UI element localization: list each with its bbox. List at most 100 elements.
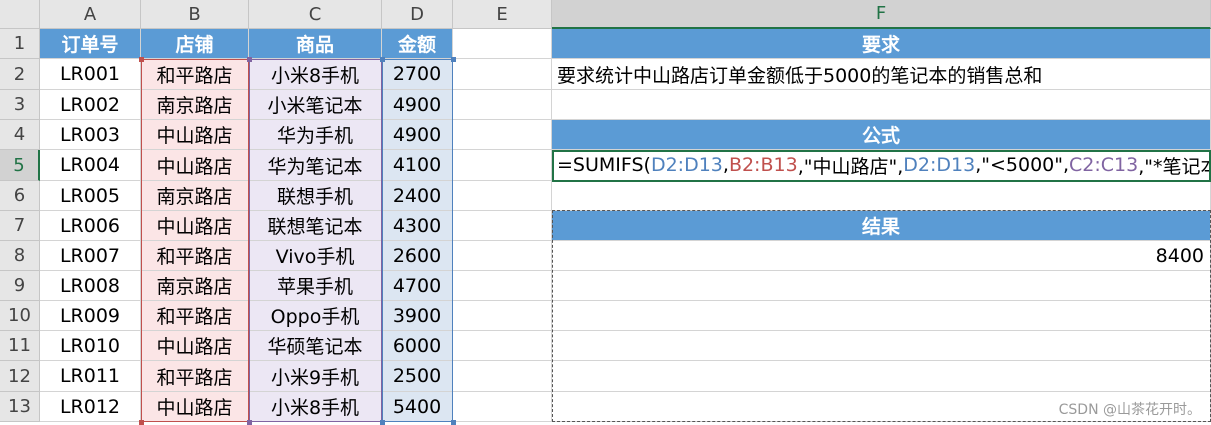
result-header[interactable]: 结果 — [552, 211, 1211, 241]
data-cell[interactable]: 小米8手机 — [249, 392, 382, 422]
data-cell[interactable]: 苹果手机 — [249, 271, 382, 301]
data-cell[interactable]: 2400 — [382, 181, 453, 211]
range-handle[interactable] — [139, 57, 144, 62]
data-cell[interactable]: LR003 — [40, 120, 141, 150]
data-cell[interactable]: 4900 — [382, 120, 453, 150]
column-header-d[interactable]: D — [382, 0, 453, 29]
empty-cell[interactable] — [453, 271, 552, 301]
table-header-cell[interactable]: 商品 — [249, 29, 382, 59]
data-cell[interactable]: LR011 — [40, 361, 141, 392]
row-header-12[interactable]: 12 — [0, 361, 40, 392]
range-handle[interactable] — [451, 420, 456, 425]
data-cell[interactable]: 南京路店 — [141, 271, 249, 301]
data-cell[interactable]: LR007 — [40, 241, 141, 271]
range-handle[interactable] — [247, 420, 252, 425]
data-cell[interactable]: Vivo手机 — [249, 241, 382, 271]
empty-cell[interactable] — [453, 392, 552, 422]
column-header-e[interactable]: E — [453, 0, 552, 29]
data-cell[interactable]: 6000 — [382, 331, 453, 361]
requirement-text[interactable]: 要求统计中山路店订单金额低于5000的笔记本的销售总和 — [552, 59, 1211, 90]
row-header-10[interactable]: 10 — [0, 301, 40, 331]
row-header-3[interactable]: 3 — [0, 90, 40, 120]
empty-cell[interactable] — [552, 361, 1211, 392]
data-cell[interactable]: LR010 — [40, 331, 141, 361]
row-header-7[interactable]: 7 — [0, 211, 40, 241]
data-cell[interactable]: 4100 — [382, 150, 453, 181]
range-handle[interactable] — [247, 57, 252, 62]
empty-cell[interactable] — [453, 241, 552, 271]
data-cell[interactable]: 4900 — [382, 90, 453, 120]
data-cell[interactable]: 和平路店 — [141, 241, 249, 271]
data-cell[interactable]: 5400 — [382, 392, 453, 422]
table-header-cell[interactable]: 店铺 — [141, 29, 249, 59]
data-cell[interactable]: 和平路店 — [141, 361, 249, 392]
empty-cell[interactable] — [453, 211, 552, 241]
column-header-f[interactable]: F — [552, 0, 1211, 29]
range-handle[interactable] — [380, 57, 385, 62]
data-cell[interactable]: 南京路店 — [141, 181, 249, 211]
range-handle[interactable] — [139, 420, 144, 425]
data-cell[interactable]: 华硕笔记本 — [249, 331, 382, 361]
empty-cell[interactable] — [453, 150, 552, 181]
table-header-cell[interactable]: 订单号 — [40, 29, 141, 59]
empty-cell[interactable] — [453, 29, 552, 59]
data-cell[interactable]: 和平路店 — [141, 301, 249, 331]
empty-cell[interactable] — [453, 301, 552, 331]
formula-header[interactable]: 公式 — [552, 120, 1211, 150]
empty-cell[interactable] — [552, 271, 1211, 301]
row-header-4[interactable]: 4 — [0, 120, 40, 150]
formula-cell[interactable]: =SUMIFS(D2:D13, B2:B13 ,"中山路店", D2:D13 ,"<50… — [552, 150, 1211, 181]
empty-cell[interactable] — [552, 331, 1211, 361]
row-header-11[interactable]: 11 — [0, 331, 40, 361]
empty-cell[interactable] — [453, 90, 552, 120]
empty-cell[interactable] — [453, 120, 552, 150]
requirement-header[interactable]: 要求 — [552, 29, 1211, 59]
row-header-5[interactable]: 5 — [0, 150, 40, 181]
row-header-13[interactable]: 13 — [0, 392, 40, 422]
row-header-8[interactable]: 8 — [0, 241, 40, 271]
data-cell[interactable]: 2700 — [382, 59, 453, 90]
data-cell[interactable]: LR001 — [40, 59, 141, 90]
select-all-corner[interactable] — [0, 0, 40, 29]
data-cell[interactable]: LR009 — [40, 301, 141, 331]
data-cell[interactable]: 2500 — [382, 361, 453, 392]
data-cell[interactable]: 4700 — [382, 271, 453, 301]
data-cell[interactable]: LR002 — [40, 90, 141, 120]
data-cell[interactable]: 华为笔记本 — [249, 150, 382, 181]
data-cell[interactable]: 和平路店 — [141, 59, 249, 90]
empty-cell[interactable] — [552, 301, 1211, 331]
data-cell[interactable]: 联想手机 — [249, 181, 382, 211]
data-cell[interactable]: LR004 — [40, 150, 141, 181]
row-header-1[interactable]: 1 — [0, 29, 40, 59]
data-cell[interactable]: LR012 — [40, 392, 141, 422]
empty-cell[interactable] — [552, 90, 1211, 120]
column-header-b[interactable]: B — [141, 0, 249, 29]
row-header-6[interactable]: 6 — [0, 181, 40, 211]
empty-cell[interactable] — [453, 59, 552, 90]
data-cell[interactable]: 中山路店 — [141, 331, 249, 361]
data-cell[interactable]: 华为手机 — [249, 120, 382, 150]
result-value[interactable]: 8400 — [552, 241, 1211, 271]
empty-cell[interactable] — [552, 181, 1211, 211]
table-header-cell[interactable]: 金额 — [382, 29, 453, 59]
range-handle[interactable] — [451, 57, 456, 62]
data-cell[interactable]: 中山路店 — [141, 150, 249, 181]
range-handle[interactable] — [380, 420, 385, 425]
data-cell[interactable]: LR006 — [40, 211, 141, 241]
data-cell[interactable]: 中山路店 — [141, 120, 249, 150]
row-header-2[interactable]: 2 — [0, 59, 40, 90]
data-cell[interactable]: 小米笔记本 — [249, 90, 382, 120]
data-cell[interactable]: 联想笔记本 — [249, 211, 382, 241]
column-header-a[interactable]: A — [40, 0, 141, 29]
empty-cell[interactable] — [453, 331, 552, 361]
empty-cell[interactable] — [453, 361, 552, 392]
data-cell[interactable]: 小米8手机 — [249, 59, 382, 90]
data-cell[interactable]: 中山路店 — [141, 211, 249, 241]
data-cell[interactable]: 南京路店 — [141, 90, 249, 120]
empty-cell[interactable] — [453, 181, 552, 211]
data-cell[interactable]: LR008 — [40, 271, 141, 301]
row-header-9[interactable]: 9 — [0, 271, 40, 301]
data-cell[interactable]: 中山路店 — [141, 392, 249, 422]
data-cell[interactable]: 2600 — [382, 241, 453, 271]
data-cell[interactable]: 4300 — [382, 211, 453, 241]
